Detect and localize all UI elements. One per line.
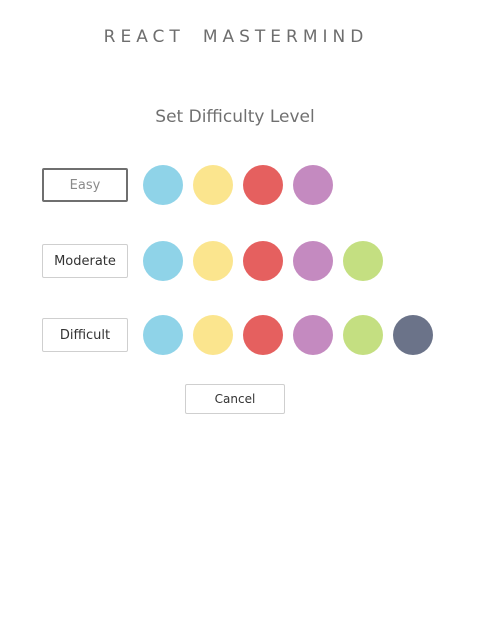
app-title-word-2: MASTERMIND <box>202 27 369 47</box>
color-peg <box>293 165 333 205</box>
color-peg <box>293 241 333 281</box>
color-peg <box>193 165 233 205</box>
color-peg <box>243 315 283 355</box>
color-peg <box>243 241 283 281</box>
moderate-color-pegs <box>143 241 393 281</box>
difficult-color-pegs <box>143 315 443 355</box>
difficult-button[interactable]: Difficult <box>42 318 128 352</box>
color-peg <box>143 315 183 355</box>
difficulty-settings-page: REACT MASTERMIND Set Difficulty Level Eas… <box>0 0 479 620</box>
color-peg <box>143 165 183 205</box>
easy-button[interactable]: Easy <box>42 168 128 202</box>
level-row-easy: Easy <box>42 165 343 205</box>
app-title: REACT MASTERMIND <box>0 27 472 47</box>
difficulty-heading: Set Difficulty Level <box>155 107 315 127</box>
color-peg <box>193 315 233 355</box>
color-peg <box>243 165 283 205</box>
color-peg <box>393 315 433 355</box>
level-row-moderate: Moderate <box>42 241 393 281</box>
moderate-button[interactable]: Moderate <box>42 244 128 278</box>
color-peg <box>193 241 233 281</box>
level-row-difficult: Difficult <box>42 315 443 355</box>
color-peg <box>293 315 333 355</box>
color-peg <box>143 241 183 281</box>
cancel-button[interactable]: Cancel <box>185 384 285 414</box>
app-title-word-1: REACT <box>103 27 185 47</box>
color-peg <box>343 315 383 355</box>
color-peg <box>343 241 383 281</box>
easy-color-pegs <box>143 165 343 205</box>
